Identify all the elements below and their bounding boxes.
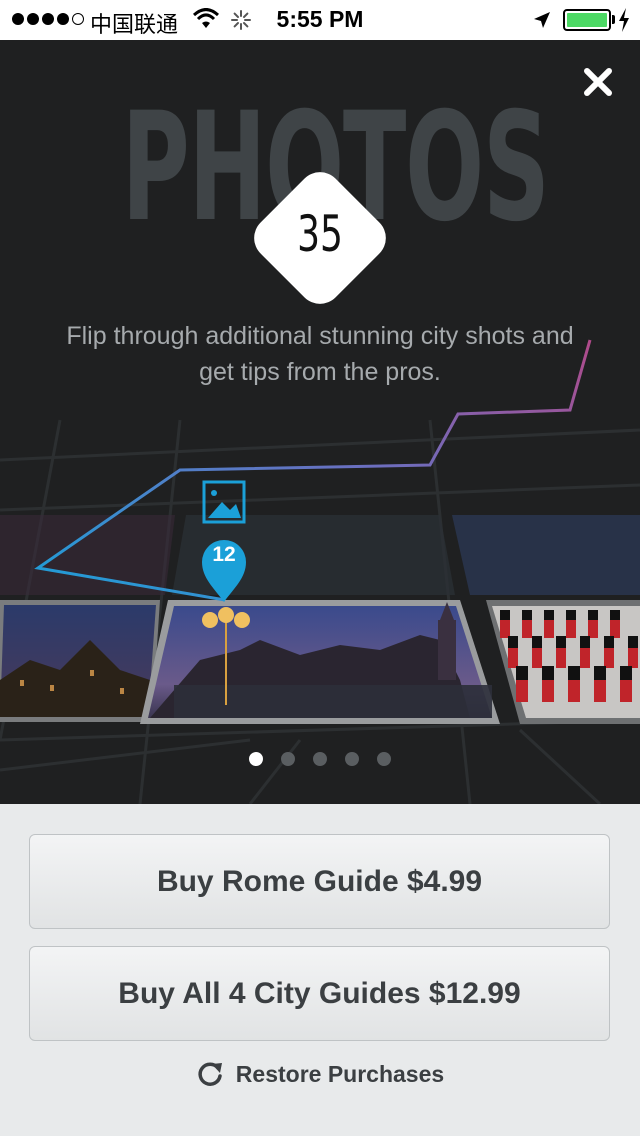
page-indicator[interactable]	[0, 752, 640, 766]
restore-purchases-label: Restore Purchases	[235, 1060, 445, 1087]
pin-number: 12	[212, 543, 236, 566]
refresh-icon	[198, 1062, 222, 1086]
page-dot-4[interactable]	[345, 752, 359, 766]
page-dot-5[interactable]	[377, 752, 391, 766]
photos-feature-hero: PHOTOS 35 Flip through additional stunni…	[0, 40, 640, 804]
buy-all-guides-button[interactable]: Buy All 4 City Guides $12.99	[29, 946, 610, 1041]
battery-tip	[612, 15, 615, 24]
charging-bolt-icon	[619, 8, 629, 32]
close-button[interactable]	[578, 62, 618, 102]
photo-count: 35	[297, 205, 343, 263]
feature-tagline: Flip through additional stunning city sh…	[66, 322, 574, 386]
page-dot-3[interactable]	[313, 752, 327, 766]
page-dot-2[interactable]	[281, 752, 295, 766]
buy-city-guide-button[interactable]: Buy Rome Guide $4.99	[29, 834, 610, 929]
location-arrow-icon	[534, 12, 550, 28]
purchase-panel: Buy Rome Guide $4.99 Buy All 4 City Guid…	[0, 804, 640, 1136]
restore-purchases-button[interactable]: Restore Purchases	[0, 1060, 640, 1088]
buy-city-guide-label: Buy Rome Guide $4.99	[156, 864, 483, 898]
status-bar: 中国联通 5:55 PM	[0, 0, 640, 40]
buy-all-guides-label: Buy All 4 City Guides $12.99	[118, 976, 521, 1010]
page-dot-1[interactable]	[249, 752, 263, 766]
battery-icon	[563, 9, 611, 31]
